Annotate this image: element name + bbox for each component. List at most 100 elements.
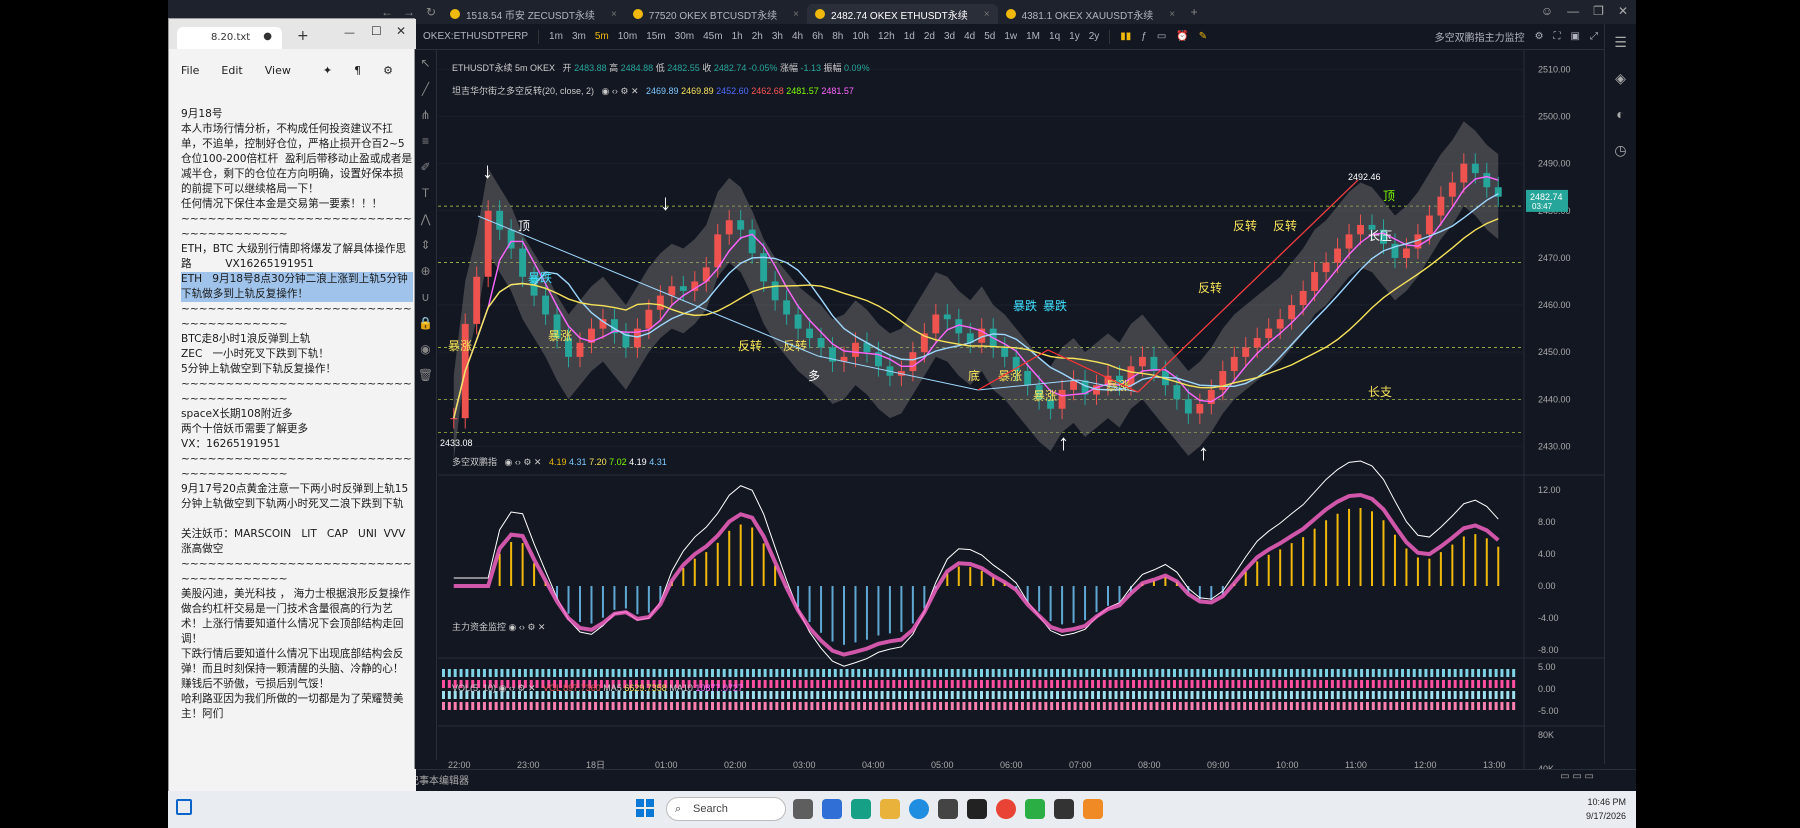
panel-toggle-icons[interactable]: ▭ ▭ ▭ [1560, 771, 1594, 782]
interval-1q[interactable]: 1q [1049, 31, 1060, 42]
maximize-icon[interactable]: ☐ [371, 24, 382, 38]
watchlist-icon[interactable]: ☰ [1605, 24, 1636, 60]
interval-5d[interactable]: 5d [984, 31, 995, 42]
magnet-icon[interactable]: ∪ [415, 284, 436, 310]
interval-1d[interactable]: 1d [904, 31, 915, 42]
interval-15m[interactable]: 15m [646, 31, 665, 42]
fib-icon[interactable]: ≡ [415, 128, 436, 154]
alert-icon[interactable]: ⏰ [1176, 31, 1188, 42]
expand-icon[interactable]: ⤢ [1590, 31, 1598, 42]
interval-3d[interactable]: 3d [944, 31, 955, 42]
symbol-search[interactable]: OKEX:ETHUSDTPERP [423, 31, 528, 42]
ai-icon[interactable]: ✦ [323, 64, 332, 77]
zoom-icon[interactable]: ⊕ [415, 258, 436, 284]
folder-icon[interactable] [880, 799, 900, 819]
interval-2h[interactable]: 2h [752, 31, 763, 42]
settings-icon[interactable]: ⚙ [383, 64, 393, 77]
menu-file[interactable]: File [181, 64, 199, 77]
notepad-tab[interactable]: 8.20.txt ● [177, 27, 282, 49]
close-icon[interactable]: × [984, 9, 990, 20]
flow-cell [447, 691, 451, 699]
interval-2y[interactable]: 2y [1089, 31, 1100, 42]
new-tab-icon[interactable]: + [1183, 5, 1205, 19]
brush-icon[interactable]: ✐ [415, 154, 436, 180]
interval-3m[interactable]: 3m [572, 31, 586, 42]
profile-icon[interactable]: ☺ [1541, 4, 1553, 18]
taskview-icon[interactable] [793, 799, 813, 819]
menu-edit[interactable]: Edit [221, 64, 242, 77]
interval-2d[interactable]: 2d [924, 31, 935, 42]
interval-1h[interactable]: 1h [732, 31, 743, 42]
terminal-icon[interactable] [851, 799, 871, 819]
browser-tab-btc[interactable]: 77520 OKEX BTCUSDT永续 × [625, 4, 807, 24]
explorer-icon[interactable] [822, 799, 842, 819]
interval-45m[interactable]: 45m [703, 31, 722, 42]
chrome-icon[interactable] [996, 799, 1016, 819]
trendline-icon[interactable]: ╱ [415, 76, 436, 102]
candle-type-icon[interactable]: ▮▮ [1120, 31, 1131, 42]
lock-icon[interactable]: 🔒 [415, 310, 436, 336]
interval-4h[interactable]: 4h [792, 31, 803, 42]
interval-12h[interactable]: 12h [878, 31, 895, 42]
layout-icon[interactable]: ▭ [1157, 31, 1166, 42]
interval-1y[interactable]: 1y [1069, 31, 1080, 42]
format-icon[interactable]: ¶ [354, 64, 361, 77]
cursor-icon[interactable]: ↖ [415, 50, 436, 76]
interval-1M[interactable]: 1M [1026, 31, 1040, 42]
fullscreen-icon[interactable]: ⛶ [1554, 31, 1561, 42]
settings-icon[interactable]: ⚙ [1535, 31, 1544, 42]
indicators-icon[interactable]: ƒ [1141, 31, 1147, 42]
close-window-icon[interactable]: ✕ [1618, 4, 1628, 18]
start-icon[interactable] [636, 799, 654, 817]
measure-icon[interactable]: ⇕ [415, 232, 436, 258]
interval-6h[interactable]: 6h [812, 31, 823, 42]
pattern-icon[interactable]: ⋀ [415, 206, 436, 232]
pitchfork-icon[interactable]: ⋔ [415, 102, 436, 128]
minimize-icon[interactable]: — [344, 26, 355, 39]
indicator-dropdown[interactable]: 多空双鹏指主力监控 [1435, 29, 1525, 44]
orange-app-icon[interactable] [1083, 799, 1103, 819]
interval-8h[interactable]: 8h [832, 31, 843, 42]
drawing-icon[interactable]: ✎ [1199, 31, 1207, 42]
eye-icon[interactable]: ◉ [415, 336, 436, 362]
close-icon[interactable]: × [1169, 9, 1175, 20]
back-icon[interactable]: ← [376, 5, 398, 19]
interval-30m[interactable]: 30m [675, 31, 694, 42]
price-chart[interactable]: 2510.002500.002490.002480.002470.002460.… [438, 50, 1604, 769]
panel-icon[interactable]: ▣ [1571, 31, 1580, 42]
minimize-icon[interactable]: — [1567, 4, 1579, 18]
forward-icon[interactable]: → [398, 5, 420, 19]
binance-app-icon[interactable] [967, 799, 987, 819]
trash-icon[interactable]: 🗑 [415, 362, 436, 388]
clock-icon[interactable]: ◷ [1605, 132, 1636, 168]
flow-cell [623, 669, 627, 677]
wechat-icon[interactable] [1025, 799, 1045, 819]
browser-tab-zec[interactable]: 1518.54 币安 ZECUSDT永续 × [442, 4, 625, 24]
close-icon[interactable]: × [611, 9, 617, 20]
reload-icon[interactable]: ↻ [420, 5, 442, 19]
interval-4d[interactable]: 4d [964, 31, 975, 42]
interval-10h[interactable]: 10h [852, 31, 869, 42]
qq-icon[interactable] [1054, 799, 1074, 819]
app-icon[interactable] [938, 799, 958, 819]
alerts-icon[interactable]: ◈ [1605, 60, 1636, 96]
widgets-icon[interactable] [176, 799, 192, 815]
interval-3h[interactable]: 3h [772, 31, 783, 42]
edge-icon[interactable] [909, 799, 929, 819]
menu-view[interactable]: View [265, 64, 291, 77]
maximize-icon[interactable]: ❐ [1593, 4, 1604, 18]
browser-tab-eth[interactable]: 2482.74 OKEX ETHUSDT永续 × [807, 4, 998, 24]
taskbar-search[interactable]: ⌕ Search [666, 797, 786, 821]
interval-1w[interactable]: 1w [1004, 31, 1017, 42]
close-icon[interactable]: ✕ [396, 24, 406, 38]
notepad-editor[interactable]: 9月18号 本人市场行情分析，不构成任何投资建议不扛单，不追单，控制好仓位，严格止… [181, 107, 413, 722]
interval-10m[interactable]: 10m [618, 31, 637, 42]
new-tab-icon[interactable]: + [297, 28, 309, 44]
interval-5m[interactable]: 5m [595, 31, 609, 42]
close-icon[interactable]: × [793, 9, 799, 20]
interval-1m[interactable]: 1m [549, 31, 563, 42]
data-window-icon[interactable]: ◐ [1605, 96, 1636, 132]
flow-cell [705, 702, 709, 710]
text-icon[interactable]: T [415, 180, 436, 206]
browser-tab-xau[interactable]: 4381.1 OKEX XAUUSDT永续 × [998, 4, 1184, 24]
